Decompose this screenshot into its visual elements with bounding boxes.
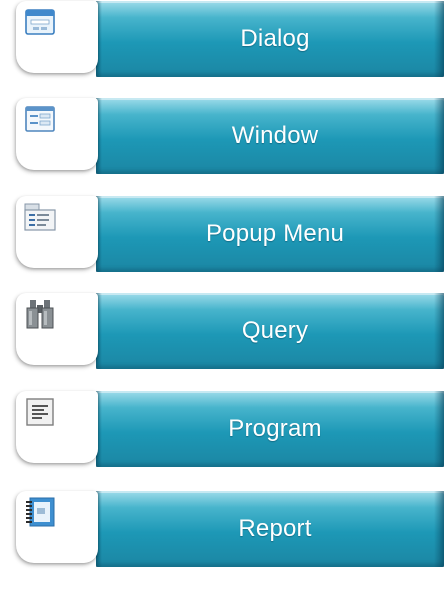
binoculars-icon: [22, 297, 58, 331]
icon-tile[interactable]: [16, 1, 98, 73]
dialog-button-label: Dialog: [240, 25, 310, 52]
dialog-button[interactable]: Dialog: [96, 1, 444, 77]
menu-item-dialog: Dialog: [0, 1, 445, 81]
menu-item-program: Program: [0, 391, 445, 471]
menu-item-report: Report: [0, 491, 445, 571]
dialog-window-icon: [22, 5, 58, 39]
notebook-report-icon: [22, 495, 58, 529]
popup-menu-icon: [22, 200, 58, 234]
menu-item-query: Query: [0, 293, 445, 373]
report-button-label: Report: [238, 515, 312, 542]
query-button[interactable]: Query: [96, 293, 444, 369]
icon-tile[interactable]: [16, 196, 98, 268]
object-type-menu: Dialog Window Popup Menu Query Program R…: [0, 0, 445, 589]
program-button-label: Program: [228, 415, 322, 442]
text-document-icon: [22, 395, 58, 429]
icon-tile[interactable]: [16, 293, 98, 365]
icon-tile[interactable]: [16, 391, 98, 463]
window-form-icon: [22, 102, 58, 136]
query-button-label: Query: [241, 317, 309, 344]
report-button[interactable]: Report: [96, 491, 444, 567]
window-button-label: Window: [231, 122, 319, 149]
menu-item-window: Window: [0, 98, 445, 178]
popup-menu-button-label: Popup Menu: [205, 220, 345, 247]
icon-tile[interactable]: [16, 98, 98, 170]
icon-tile[interactable]: [16, 491, 98, 563]
program-button[interactable]: Program: [96, 391, 444, 467]
popup-menu-button[interactable]: Popup Menu: [96, 196, 444, 272]
menu-item-popup-menu: Popup Menu: [0, 196, 445, 276]
window-button[interactable]: Window: [96, 98, 444, 174]
